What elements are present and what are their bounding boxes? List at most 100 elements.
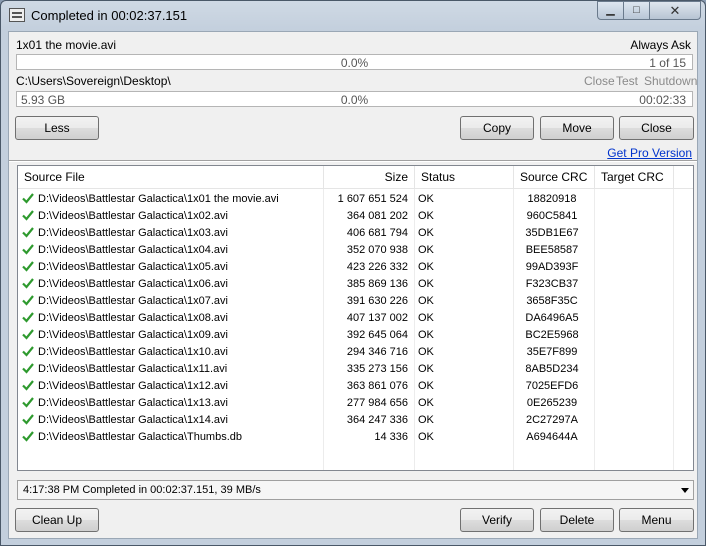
row-source-file: D:\Videos\Battlestar Galactica\1x13.avi bbox=[22, 395, 322, 412]
verify-button[interactable]: Verify bbox=[460, 508, 534, 532]
after-close-option[interactable]: Close bbox=[584, 74, 615, 88]
row-file-path: D:\Videos\Battlestar Galactica\1x07.avi bbox=[38, 295, 228, 307]
window-title: Completed in 00:02:37.151 bbox=[31, 8, 188, 23]
row-source-crc: 0E265239 bbox=[526, 397, 578, 409]
row-size: 385 869 136 bbox=[346, 278, 408, 290]
table-row[interactable]: D:\Videos\Battlestar Galactica\1x06.avi 3… bbox=[18, 276, 693, 293]
row-source-file: D:\Videos\Battlestar Galactica\1x02.avi bbox=[22, 208, 322, 225]
row-source-file: D:\Videos\Battlestar Galactica\1x10.avi bbox=[22, 344, 322, 361]
row-source-crc: 960C5841 bbox=[526, 210, 578, 222]
checkmark-icon bbox=[22, 227, 34, 238]
row-source-crc: 3658F35C bbox=[526, 295, 578, 307]
clean-up-button[interactable]: Clean Up bbox=[15, 508, 99, 532]
row-file-path: D:\Videos\Battlestar Galactica\1x05.avi bbox=[38, 261, 228, 273]
header-size[interactable]: Size bbox=[324, 166, 415, 188]
row-source-crc: 99AD393F bbox=[525, 261, 579, 273]
row-source-crc: F323CB37 bbox=[525, 278, 579, 290]
divider bbox=[9, 160, 697, 162]
table-row[interactable]: D:\Videos\Battlestar Galactica\1x08.avi 4… bbox=[18, 310, 693, 327]
app-icon bbox=[9, 8, 25, 22]
table-row[interactable]: D:\Videos\Battlestar Galactica\1x03.avi 4… bbox=[18, 225, 693, 242]
app-window: Completed in 00:02:37.151 ▁ □ ✕ 1x01 the… bbox=[0, 0, 706, 546]
row-size: 14 336 bbox=[374, 431, 408, 443]
row-file-path: D:\Videos\Battlestar Galactica\1x12.avi bbox=[38, 380, 228, 392]
get-pro-version-link[interactable]: Get Pro Version bbox=[607, 146, 692, 160]
row-source-file: D:\Videos\Battlestar Galactica\1x07.avi bbox=[22, 293, 322, 310]
row-size: 406 681 794 bbox=[346, 227, 408, 239]
destination-path: C:\Users\Sovereign\Desktop\ bbox=[16, 74, 171, 88]
total-progress-percent: 0.0% bbox=[340, 93, 369, 107]
after-shutdown-option[interactable]: Shutdown bbox=[644, 74, 697, 88]
checkmark-icon bbox=[22, 329, 34, 340]
checkmark-icon bbox=[22, 414, 34, 425]
row-source-file: D:\Videos\Battlestar Galactica\Thumbs.db bbox=[22, 429, 322, 446]
row-source-crc: A694644A bbox=[526, 431, 578, 443]
row-file-path: D:\Videos\Battlestar Galactica\1x14.avi bbox=[38, 414, 228, 426]
row-source-crc: 35E7F899 bbox=[526, 346, 578, 358]
row-source-file: D:\Videos\Battlestar Galactica\1x03.avi bbox=[22, 225, 322, 242]
less-button[interactable]: Less bbox=[15, 116, 99, 140]
row-file-path: D:\Videos\Battlestar Galactica\1x08.avi bbox=[38, 312, 228, 324]
current-file-name: 1x01 the movie.avi bbox=[16, 38, 117, 52]
after-test-option[interactable]: Test bbox=[616, 74, 638, 88]
header-target-crc[interactable]: Target CRC bbox=[595, 166, 674, 188]
checkmark-icon bbox=[22, 193, 34, 204]
table-row[interactable]: D:\Videos\Battlestar Galactica\1x13.avi 2… bbox=[18, 395, 693, 412]
maximize-button[interactable]: □ bbox=[623, 1, 650, 20]
row-source-crc: 7025EFD6 bbox=[525, 380, 579, 392]
table-row[interactable]: D:\Videos\Battlestar Galactica\1x09.avi 3… bbox=[18, 327, 693, 344]
delete-button[interactable]: Delete bbox=[540, 508, 614, 532]
copy-button[interactable]: Copy bbox=[460, 116, 534, 140]
dropdown-arrow-icon bbox=[681, 488, 689, 493]
table-row[interactable]: D:\Videos\Battlestar Galactica\1x07.avi 3… bbox=[18, 293, 693, 310]
row-file-path: D:\Videos\Battlestar Galactica\1x06.avi bbox=[38, 278, 228, 290]
status-text: 4:17:38 PM Completed in 00:02:37.151, 39… bbox=[23, 484, 261, 496]
table-row[interactable]: D:\Videos\Battlestar Galactica\1x01 the … bbox=[18, 191, 693, 208]
row-status: OK bbox=[418, 244, 434, 256]
row-size: 364 081 202 bbox=[346, 210, 408, 222]
row-source-crc: 35DB1E67 bbox=[525, 227, 579, 239]
checkmark-icon bbox=[22, 431, 34, 442]
header-source-crc[interactable]: Source CRC bbox=[514, 166, 595, 188]
title-bar[interactable]: Completed in 00:02:37.151 ▁ □ ✕ bbox=[1, 1, 705, 31]
header-status[interactable]: Status bbox=[415, 166, 514, 188]
file-list-table[interactable]: Source File Size Status Source CRC Targe… bbox=[17, 165, 694, 471]
table-row[interactable]: D:\Videos\Battlestar Galactica\1x12.avi 3… bbox=[18, 378, 693, 395]
row-source-crc: BEE58587 bbox=[525, 244, 579, 256]
checkmark-icon bbox=[22, 363, 34, 374]
overwrite-mode[interactable]: Always Ask bbox=[630, 38, 691, 52]
row-file-path: D:\Videos\Battlestar Galactica\1x04.avi bbox=[38, 244, 228, 256]
table-row[interactable]: D:\Videos\Battlestar Galactica\1x02.avi 3… bbox=[18, 208, 693, 225]
row-source-crc: 18820918 bbox=[527, 193, 577, 205]
row-status: OK bbox=[418, 278, 434, 290]
table-row[interactable]: D:\Videos\Battlestar Galactica\1x04.avi 3… bbox=[18, 242, 693, 259]
status-dropdown[interactable]: 4:17:38 PM Completed in 00:02:37.151, 39… bbox=[17, 480, 694, 500]
move-button[interactable]: Move bbox=[540, 116, 614, 140]
checkmark-icon bbox=[22, 210, 34, 221]
header-source-file[interactable]: Source File bbox=[18, 166, 324, 188]
row-file-path: D:\Videos\Battlestar Galactica\1x03.avi bbox=[38, 227, 228, 239]
row-file-path: D:\Videos\Battlestar Galactica\1x09.avi bbox=[38, 329, 228, 341]
table-row[interactable]: D:\Videos\Battlestar Galactica\1x05.avi 4… bbox=[18, 259, 693, 276]
row-size: 392 645 064 bbox=[346, 329, 408, 341]
total-progress-bar: 5.93 GB 0.0% 00:02:33 bbox=[16, 91, 693, 107]
table-row[interactable]: D:\Videos\Battlestar Galactica\1x10.avi 2… bbox=[18, 344, 693, 361]
close-window-button[interactable]: ✕ bbox=[649, 1, 701, 20]
remaining-time: 00:02:33 bbox=[639, 93, 686, 107]
checkmark-icon bbox=[22, 295, 34, 306]
row-status: OK bbox=[418, 210, 434, 222]
table-row[interactable]: D:\Videos\Battlestar Galactica\1x11.avi 3… bbox=[18, 361, 693, 378]
minimize-button[interactable]: ▁ bbox=[597, 1, 624, 20]
row-size: 363 861 076 bbox=[346, 380, 408, 392]
table-row[interactable]: D:\Videos\Battlestar Galactica\1x14.avi 3… bbox=[18, 412, 693, 429]
menu-button[interactable]: Menu bbox=[619, 508, 694, 532]
close-button[interactable]: Close bbox=[619, 116, 694, 140]
checkmark-icon bbox=[22, 261, 34, 272]
row-size: 423 226 332 bbox=[346, 261, 408, 273]
checkmark-icon bbox=[22, 278, 34, 289]
dialog-body: 1x01 the movie.avi Always Ask 0.0% 1 of … bbox=[8, 31, 698, 539]
table-row[interactable]: D:\Videos\Battlestar Galactica\Thumbs.db… bbox=[18, 429, 693, 446]
row-status: OK bbox=[418, 261, 434, 273]
row-size: 1 607 651 524 bbox=[337, 193, 408, 205]
row-status: OK bbox=[418, 295, 434, 307]
